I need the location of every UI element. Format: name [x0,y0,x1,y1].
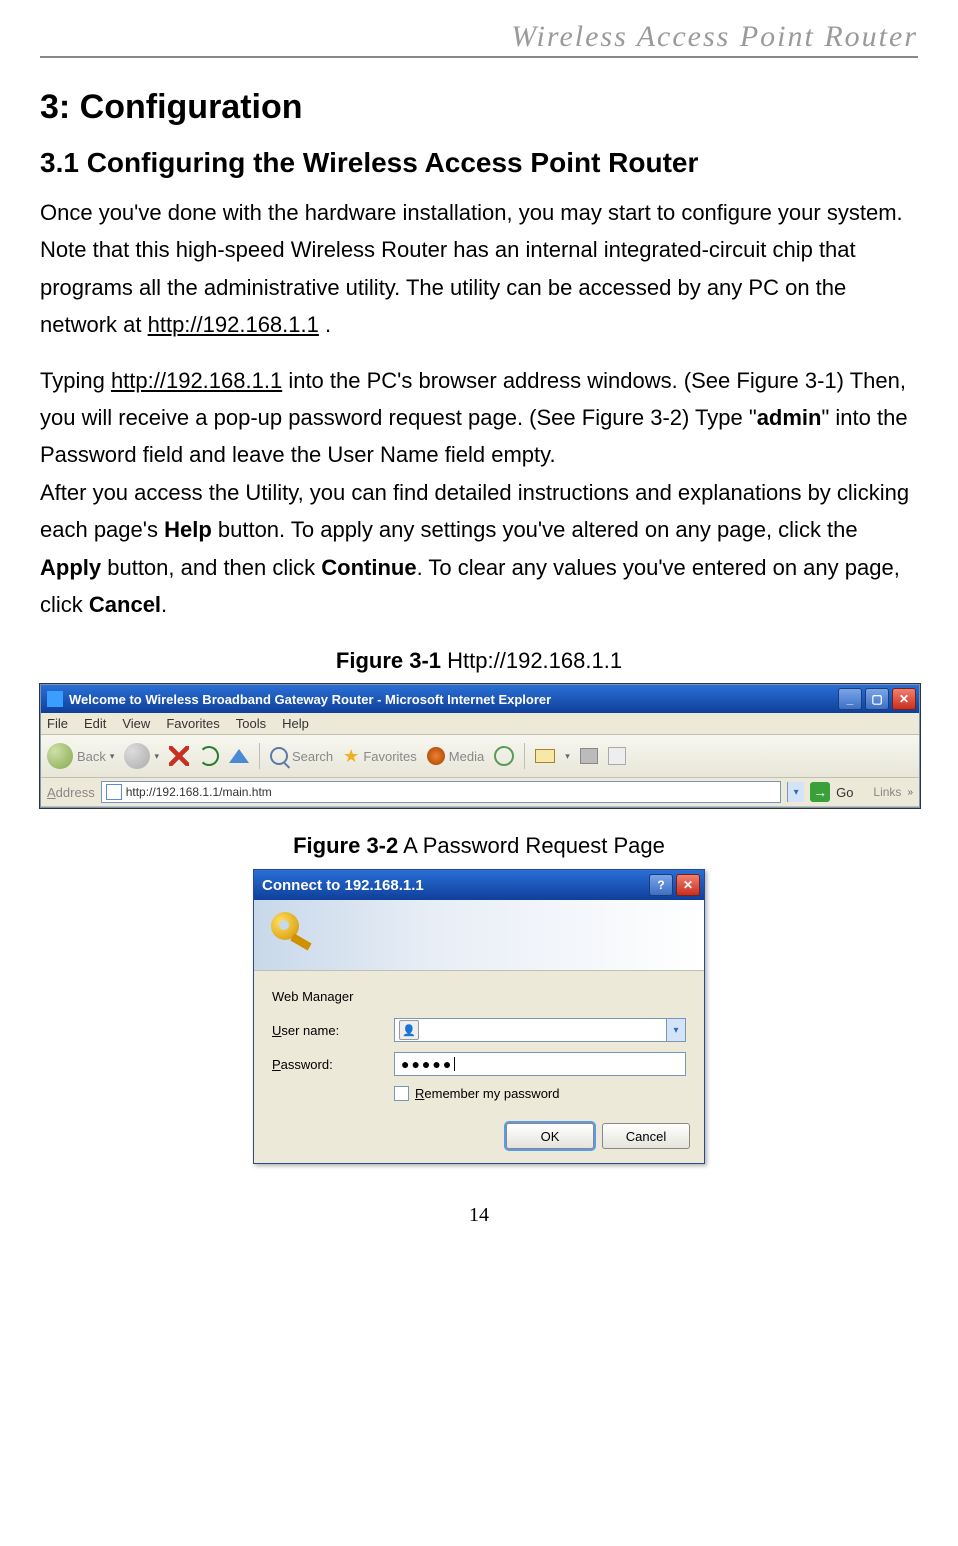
go-label: Go [836,785,853,800]
username-dropdown[interactable]: ▾ [666,1019,685,1041]
menu-help[interactable]: Help [282,716,309,731]
password-value: ●●●●● [401,1056,453,1072]
keys-icon [269,910,319,960]
menu-favorites[interactable]: Favorites [166,716,219,731]
username-label: User name: [272,1023,382,1038]
address-value: http://192.168.1.1/main.htm [126,785,272,799]
media-icon [427,747,445,765]
password-field[interactable]: ●●●●● [394,1052,686,1076]
menu-file[interactable]: File [47,716,68,731]
user-icon: 👤 [399,1020,419,1040]
minimize-button[interactable]: _ [838,688,862,710]
back-button[interactable]: Back▾ [47,743,114,769]
browser-menubar: File Edit View Favorites Tools Help [41,713,919,735]
address-input[interactable]: http://192.168.1.1/main.htm [101,781,781,803]
ok-button[interactable]: OK [506,1123,594,1149]
remember-checkbox[interactable] [394,1086,409,1101]
ie-icon [47,691,63,707]
browser-titlebar: Welcome to Wireless Broadband Gateway Ro… [41,685,919,713]
browser-title-text: Welcome to Wireless Broadband Gateway Ro… [69,692,551,707]
browser-toolbar: Back▾ ▾ Search ★Favorites Media ▾ [41,735,919,778]
running-header-title: Wireless Access Point Router [511,20,918,53]
running-header: Wireless Access Point Router [40,20,918,58]
address-bar: Address http://192.168.1.1/main.htm ▾ → … [41,778,919,807]
chapter-heading: 3: Configuration [40,88,918,127]
section-heading: 3.1 Configuring the Wireless Access Poin… [40,147,918,179]
refresh-icon[interactable] [199,746,219,766]
print-icon[interactable] [580,748,598,764]
history-icon[interactable] [494,746,514,766]
admin-text: admin [757,405,822,430]
remember-label: Remember my password [415,1086,560,1101]
paragraph-2: Typing http://192.168.1.1 into the PC's … [40,362,918,474]
address-label: Address [47,785,95,800]
auth-dialog: Connect to 192.168.1.1 ? ✕ Web Manager U… [253,869,705,1164]
edit-icon[interactable] [608,747,626,765]
dialog-close-button[interactable]: ✕ [676,874,700,896]
dialog-help-button[interactable]: ? [649,874,673,896]
menu-edit[interactable]: Edit [84,716,106,731]
forward-button[interactable]: ▾ [124,743,159,769]
menu-view[interactable]: View [122,716,150,731]
star-icon: ★ [343,746,359,767]
search-button[interactable]: Search [270,747,333,765]
dialog-banner [254,900,704,971]
menu-tools[interactable]: Tools [236,716,266,731]
mail-icon[interactable] [535,749,555,763]
username-field[interactable]: 👤 ▾ [394,1018,686,1042]
address-dropdown[interactable]: ▾ [787,782,804,802]
go-button[interactable]: → [810,782,830,802]
password-label: Password: [272,1057,382,1072]
close-button[interactable]: ✕ [892,688,916,710]
dialog-titlebar: Connect to 192.168.1.1 ? ✕ [254,870,704,900]
page-number: 14 [40,1204,918,1227]
paragraph-1: Once you've done with the hardware insta… [40,194,918,344]
figure-3-1-caption: Figure 3-1 Http://192.168.1.1 [40,648,918,674]
figure-3-2-caption: Figure 3-2 A Password Request Page [40,833,918,859]
search-icon [270,747,288,765]
maximize-button[interactable]: ▢ [865,688,889,710]
cancel-button[interactable]: Cancel [602,1123,690,1149]
favorites-button[interactable]: ★Favorites [343,746,417,767]
links-label[interactable]: Links [873,785,901,799]
links-chevron-icon[interactable]: » [907,787,913,798]
dialog-title-text: Connect to 192.168.1.1 [262,877,424,894]
dialog-realm: Web Manager [272,989,686,1004]
paragraph-3: After you access the Utility, you can fi… [40,474,918,624]
stop-icon[interactable] [169,746,189,766]
config-url-2: http://192.168.1.1 [111,368,282,393]
media-button[interactable]: Media [427,747,484,765]
page-icon [106,784,122,800]
browser-window: Welcome to Wireless Broadband Gateway Ro… [40,684,920,808]
config-url-1: http://192.168.1.1 [148,312,319,337]
home-icon[interactable] [229,749,249,763]
